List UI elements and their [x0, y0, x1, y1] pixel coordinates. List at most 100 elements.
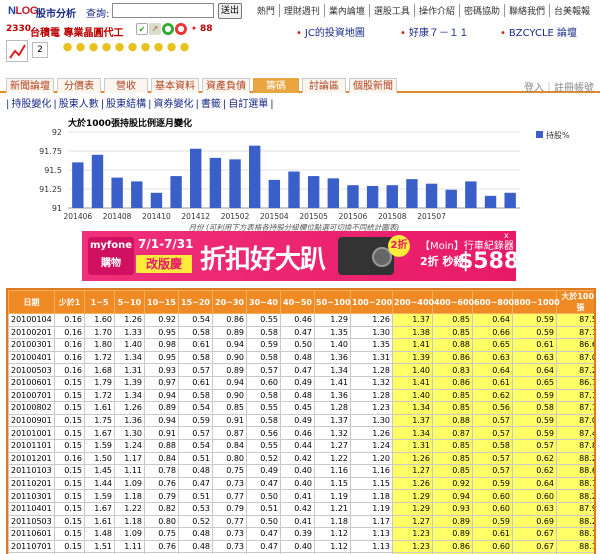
news-link[interactable]: JC的投資地圖: [296, 24, 365, 39]
value-cell: 0.42: [280, 451, 315, 466]
tab-price-table[interactable]: 分價表: [57, 78, 101, 93]
value-cell: 0.47: [246, 527, 281, 541]
value-cell: 1.72: [84, 388, 115, 403]
value-cell: 1.38: [392, 325, 433, 340]
value-cell: 0.58: [246, 413, 281, 428]
ad-sale-tag: 改版慶: [136, 255, 192, 273]
column-header[interactable]: 1~5: [84, 290, 115, 314]
checkmark-icon[interactable]: ✔: [136, 23, 148, 35]
login-link[interactable]: 登入｜註冊帳號: [524, 79, 594, 94]
value-cell: 1.29: [392, 501, 433, 516]
value-cell: 1.39: [114, 375, 145, 390]
column-header[interactable]: 15~20: [178, 290, 213, 314]
column-header[interactable]: 5~10: [114, 290, 145, 314]
value-cell: 1.13: [350, 527, 393, 541]
topnav-item[interactable]: 聯絡我們: [503, 4, 549, 17]
column-header[interactable]: 400~600: [432, 290, 474, 314]
stock-name[interactable]: 台積電 專業晶圓代工: [30, 24, 123, 39]
column-header[interactable]: 日期: [8, 290, 55, 314]
table-row: 20110701 0.15 1.51 1.11 0.76 0.48 0.73 0.47 0.40…: [8, 539, 594, 554]
topnav-item[interactable]: 業內論壇: [323, 4, 369, 17]
column-header[interactable]: 50~100: [314, 290, 351, 314]
column-header[interactable]: 20~30: [212, 290, 247, 314]
subtab-holding-change[interactable]: 持股變化: [9, 99, 53, 110]
value-cell: 0.79: [212, 501, 247, 516]
value-cell: 0.83: [432, 363, 473, 377]
rating-bulbs: ● ● ● ● ● ● ● ● ● ●: [62, 40, 190, 53]
value-cell: 1.61: [84, 401, 115, 415]
news-link[interactable]: BZCYCLE 論壇: [500, 24, 577, 39]
value-cell: 0.80: [144, 514, 179, 529]
value-cell: 0.16: [54, 350, 85, 365]
mini-trend-chart[interactable]: [6, 40, 28, 62]
column-header[interactable]: 10~15: [144, 290, 179, 314]
topnav-item[interactable]: 台美報報: [548, 4, 594, 17]
value-cell: 0.61: [178, 338, 213, 352]
topnav-item[interactable]: 密碼協助: [458, 4, 504, 17]
value-cell: 0.15: [54, 401, 85, 415]
value-cell: 0.75: [144, 527, 179, 541]
search-input[interactable]: [112, 3, 214, 18]
column-header[interactable]: 少於1: [54, 290, 85, 314]
table-row: 20100901 0.15 1.75 1.36 0.94 0.59 0.91 0.58 0.49…: [8, 413, 594, 428]
column-header[interactable]: 大於1000張: [556, 290, 594, 314]
chart-bar: [190, 148, 202, 208]
y-tick-label: 91.75: [39, 147, 62, 156]
search-button[interactable]: 送出: [218, 3, 242, 19]
value-cell: 0.89: [212, 363, 247, 377]
tab-news-forum[interactable]: 新聞論壇: [6, 78, 54, 93]
value-cell: 1.26: [114, 401, 145, 415]
ad-banner[interactable]: myfone 購物 7/1-7/31 改版慶 折扣好大趴 2折 【Moin】行車紀…: [82, 231, 516, 281]
value-cell: 1.16: [350, 464, 393, 478]
site-logo[interactable]: NLOG: [8, 5, 38, 17]
green-badge-icon[interactable]: ●: [162, 23, 174, 35]
chart-bar: [170, 176, 182, 208]
column-header[interactable]: 600~800: [472, 290, 514, 314]
column-header[interactable]: 200~400: [392, 290, 434, 314]
value-cell: 0.58: [246, 350, 281, 365]
value-cell: 1.20: [350, 451, 393, 466]
column-header[interactable]: 100~200: [350, 290, 393, 314]
column-header[interactable]: 30~40: [246, 290, 281, 314]
value-cell: 0.59: [512, 325, 557, 340]
value-cell: 1.27: [392, 464, 433, 478]
value-cell: 1.41: [314, 375, 351, 390]
subtab-holder-count[interactable]: 股東人數: [57, 99, 101, 110]
chart-up-icon[interactable]: ↗: [149, 23, 161, 35]
news-link[interactable]: 好康７－１１: [400, 24, 469, 39]
topnav-item[interactable]: 選股工具: [368, 4, 414, 17]
value-cell: 0.85: [432, 325, 473, 340]
subtab-margin-change[interactable]: 資券變化: [152, 99, 196, 110]
subtab-holder-structure[interactable]: 股東結構: [104, 99, 148, 110]
tab-balance-sheet[interactable]: 資產負債: [202, 78, 250, 93]
value-cell: 1.26: [392, 451, 433, 466]
subtab-bookmark[interactable]: 書籤: [199, 99, 223, 110]
value-cell: 1.27: [392, 514, 433, 529]
topnav-item[interactable]: 理財週刊: [278, 4, 324, 17]
topnav-item[interactable]: 操作介紹: [413, 4, 459, 17]
column-header[interactable]: 800~1000: [512, 290, 560, 314]
bulb-icon: ●: [153, 40, 164, 53]
value-cell: 1.28: [314, 401, 351, 415]
tab-revenue[interactable]: 營收: [104, 78, 148, 93]
close-icon[interactable]: x: [504, 231, 514, 241]
value-cell: 0.15: [54, 489, 85, 503]
value-cell: 1.12: [314, 539, 351, 554]
value-cell: 1.34: [114, 388, 145, 403]
chart-bar: [150, 192, 163, 208]
value-cell: 88.71: [556, 539, 594, 554]
red-badge-icon[interactable]: ●: [175, 23, 187, 35]
topnav-item[interactable]: 熱門: [253, 4, 279, 17]
subtab-custom-menu[interactable]: 自訂選單: [226, 99, 270, 110]
table-row: 20100104 0.16 1.60 1.26 0.92 0.54 0.86 0.55 0.46…: [8, 313, 594, 327]
value-cell: 0.16: [54, 363, 85, 377]
tab-chips[interactable]: 籌碼: [253, 78, 299, 93]
chart-bar: [111, 177, 123, 208]
column-header[interactable]: 40~50: [280, 290, 315, 314]
value-cell: 0.64: [512, 363, 557, 377]
tab-stock-news[interactable]: 個股新聞: [349, 78, 397, 93]
tab-basic-info[interactable]: 基本資料: [151, 78, 199, 93]
value-cell: 0.94: [212, 375, 247, 390]
tab-discussion[interactable]: 討論區: [302, 78, 346, 93]
chart-bar: [209, 157, 222, 208]
